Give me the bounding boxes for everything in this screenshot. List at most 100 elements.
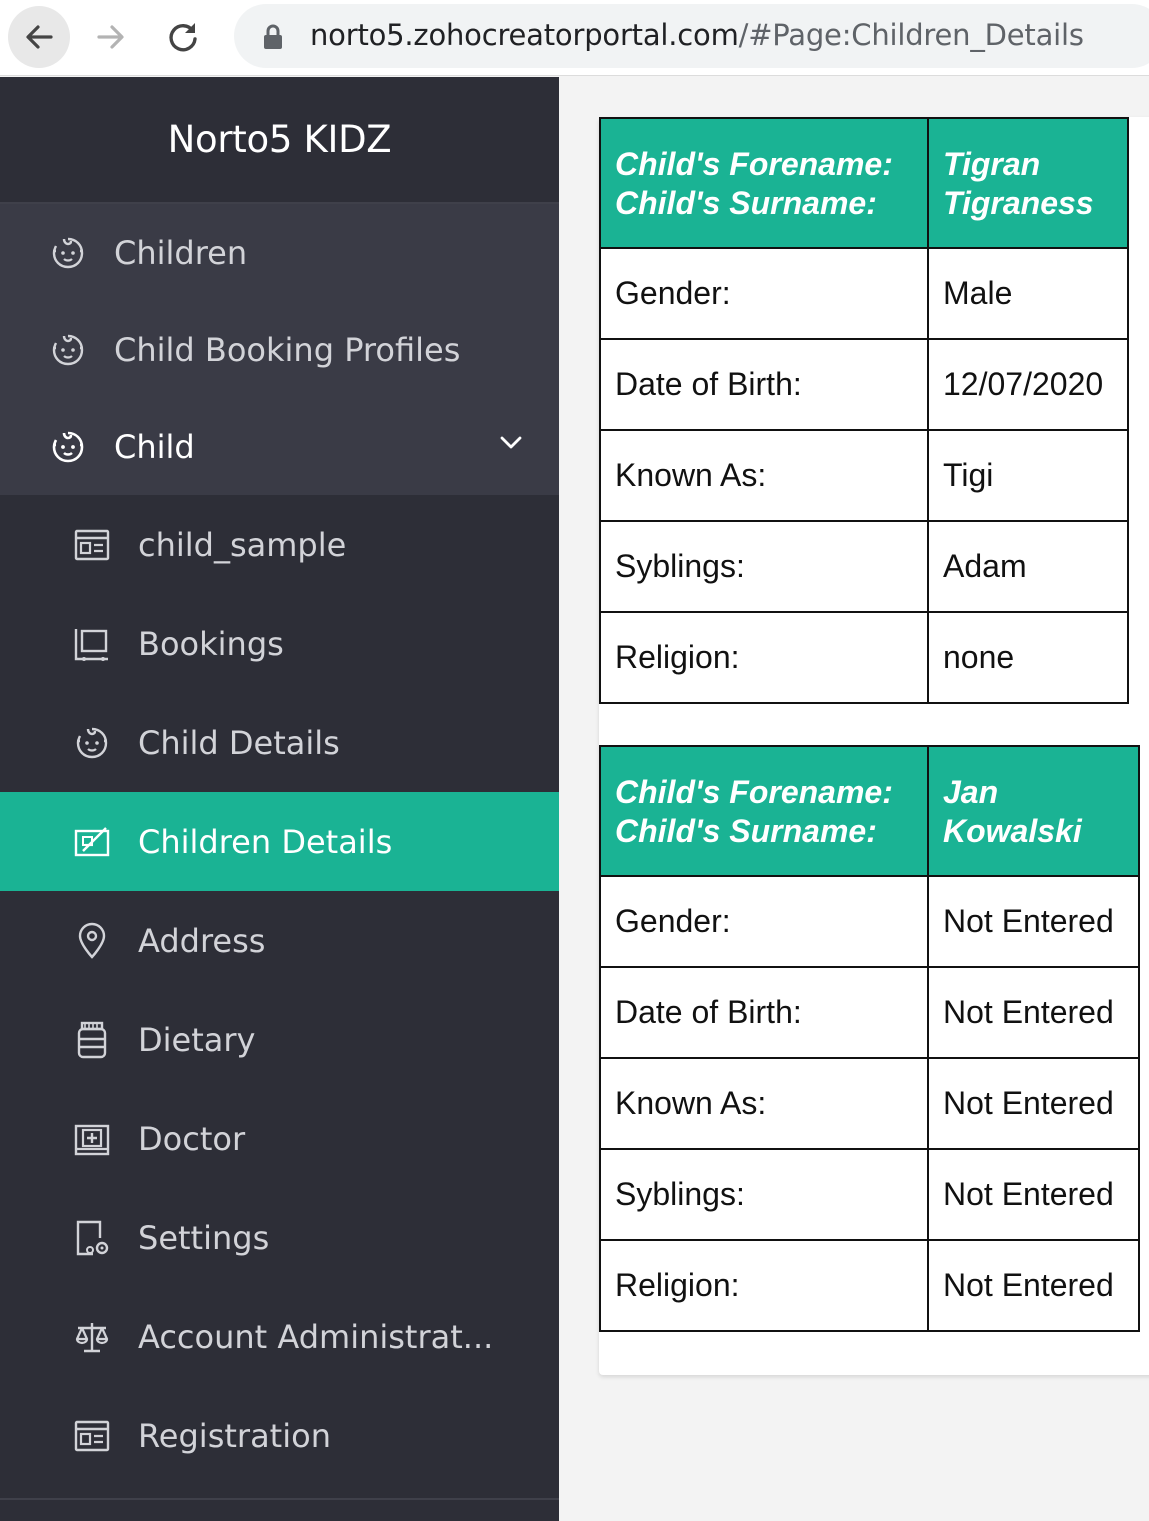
- field-value: Not Entered: [927, 1239, 1140, 1332]
- table-row: Known As: Tigi: [599, 429, 1129, 522]
- table-row: Date of Birth: Not Entered: [599, 966, 1140, 1059]
- sidebar-item-dietary[interactable]: Dietary: [0, 990, 559, 1089]
- field-label: Known As:: [599, 1057, 929, 1150]
- sidebar-item-label: Doctor: [138, 1119, 246, 1158]
- field-value: Not Entered: [927, 1057, 1140, 1150]
- table-row: Gender: Not Entered: [599, 875, 1140, 968]
- sidebar-item-label: Child: [114, 427, 195, 466]
- cart-icon: [72, 624, 112, 664]
- scales-icon: [72, 1317, 112, 1357]
- sidebar-item-label: Child Booking Profiles: [114, 330, 461, 369]
- field-value: none: [927, 611, 1129, 704]
- chevron-down-icon[interactable]: [499, 434, 523, 450]
- medical-kit-icon: [72, 1119, 112, 1159]
- reload-icon: [169, 23, 197, 52]
- address-bar[interactable]: norto5.zohocreatorportal.com/#Page:Child…: [234, 4, 1149, 68]
- sidebar-item-bookings[interactable]: Bookings: [0, 594, 559, 693]
- back-button[interactable]: [8, 6, 70, 68]
- child-record-table: Child's Forename: Child's Surname: Tigra…: [599, 117, 1129, 704]
- sidebar-top-group: Children Child Booking Profiles Child: [0, 204, 559, 495]
- forward-button[interactable]: [80, 6, 142, 68]
- field-value: 12/07/2020: [927, 338, 1129, 431]
- sidebar-item-label: Address: [138, 921, 266, 960]
- sidebar-item-child-details[interactable]: Child Details: [0, 693, 559, 792]
- url-path: /#Page:Children_Details: [738, 18, 1084, 52]
- sidebar-item-doctor[interactable]: Doctor: [0, 1089, 559, 1188]
- browser-toolbar: norto5.zohocreatorportal.com/#Page:Child…: [0, 0, 1149, 76]
- forename-value: Jan: [943, 774, 999, 810]
- arrow-right-icon: [97, 25, 124, 49]
- child-name-header-row: Child's Forename: Child's Surname: Tigra…: [599, 117, 1129, 249]
- form-icon: [72, 1416, 112, 1456]
- surname-label: Child's Surname:: [615, 813, 877, 849]
- form-icon: [72, 525, 112, 565]
- surname-label: Child's Surname:: [615, 185, 877, 221]
- url-host: norto5.zohocreatorportal.com: [310, 18, 739, 52]
- children-details-panel: Child's Forename: Child's Surname: Tigra…: [599, 117, 1149, 1375]
- sidebar-divider: [0, 1498, 559, 1500]
- field-value: Tigi: [927, 429, 1129, 522]
- field-value: Adam: [927, 520, 1129, 613]
- url-text[interactable]: norto5.zohocreatorportal.com/#Page:Child…: [310, 18, 1084, 52]
- field-label: Known As:: [599, 429, 929, 522]
- table-row: Religion: none: [599, 611, 1129, 704]
- field-label: Syblings:: [599, 1148, 929, 1241]
- sidebar-item-children-details[interactable]: Children Details: [0, 792, 559, 891]
- sidebar: Norto5 KIDZ Children Child Booking Profi…: [0, 77, 559, 1521]
- field-label: Gender:: [599, 875, 929, 968]
- field-value: Not Entered: [927, 875, 1140, 968]
- field-label: Religion:: [599, 611, 929, 704]
- child-record-table: Child's Forename: Child's Surname: Jan K…: [599, 745, 1140, 1332]
- main-content: Child's Forename: Child's Surname: Tigra…: [559, 77, 1149, 1521]
- baby-face-icon: [48, 233, 88, 273]
- field-label: Date of Birth:: [599, 338, 929, 431]
- name-header-labels: Child's Forename: Child's Surname:: [599, 117, 929, 249]
- field-value: Not Entered: [927, 966, 1140, 1059]
- table-row: Syblings: Adam: [599, 520, 1129, 613]
- sidebar-submenu-child: child_sample Bookings Child Details Chil…: [0, 495, 559, 1485]
- field-value: Male: [927, 247, 1129, 340]
- field-label: Gender:: [599, 247, 929, 340]
- sidebar-item-child-sample[interactable]: child_sample: [0, 495, 559, 594]
- sidebar-item-label: child_sample: [138, 525, 347, 564]
- name-header-values: Tigran Tigraness: [927, 117, 1129, 249]
- sidebar-item-account-administration[interactable]: Account Administrat...: [0, 1287, 559, 1386]
- surname-value: Tigraness: [943, 185, 1094, 221]
- name-header-values: Jan Kowalski: [927, 745, 1140, 877]
- sidebar-item-registration[interactable]: Registration: [0, 1386, 559, 1485]
- baby-face-icon: [48, 427, 88, 467]
- child-name-header-row: Child's Forename: Child's Surname: Jan K…: [599, 745, 1140, 877]
- location-pin-icon: [72, 921, 112, 961]
- sidebar-item-label: Registration: [138, 1416, 331, 1455]
- lock-icon: [264, 24, 282, 49]
- sidebar-item-child-booking-profiles[interactable]: Child Booking Profiles: [0, 301, 559, 398]
- forename-label: Child's Forename:: [615, 774, 893, 810]
- name-header-labels: Child's Forename: Child's Surname:: [599, 745, 929, 877]
- sidebar-item-label: Children: [114, 233, 248, 272]
- forename-value: Tigran: [943, 146, 1041, 182]
- surname-value: Kowalski: [943, 813, 1082, 849]
- table-row: Religion: Not Entered: [599, 1239, 1140, 1332]
- settings-doc-icon: [72, 1218, 112, 1258]
- reload-button[interactable]: [152, 6, 214, 68]
- app-brand: Norto5 KIDZ: [0, 77, 559, 204]
- sidebar-item-label: Bookings: [138, 624, 284, 663]
- table-row: Gender: Male: [599, 247, 1129, 340]
- page-edit-icon: [72, 822, 112, 862]
- sidebar-item-label: Children Details: [138, 822, 393, 861]
- sidebar-item-label: Dietary: [138, 1020, 256, 1059]
- table-row: Syblings: Not Entered: [599, 1148, 1140, 1241]
- field-label: Date of Birth:: [599, 966, 929, 1059]
- sidebar-item-child[interactable]: Child: [0, 398, 559, 495]
- sidebar-item-label: Settings: [138, 1218, 270, 1257]
- sidebar-item-children[interactable]: Children: [0, 204, 559, 301]
- table-row: Known As: Not Entered: [599, 1057, 1140, 1150]
- arrow-left-icon: [26, 25, 53, 49]
- field-label: Religion:: [599, 1239, 929, 1332]
- sidebar-item-address[interactable]: Address: [0, 891, 559, 990]
- field-value: Not Entered: [927, 1148, 1140, 1241]
- jar-icon: [72, 1020, 112, 1060]
- field-label: Syblings:: [599, 520, 929, 613]
- sidebar-item-settings[interactable]: Settings: [0, 1188, 559, 1287]
- table-row: Date of Birth: 12/07/2020: [599, 338, 1129, 431]
